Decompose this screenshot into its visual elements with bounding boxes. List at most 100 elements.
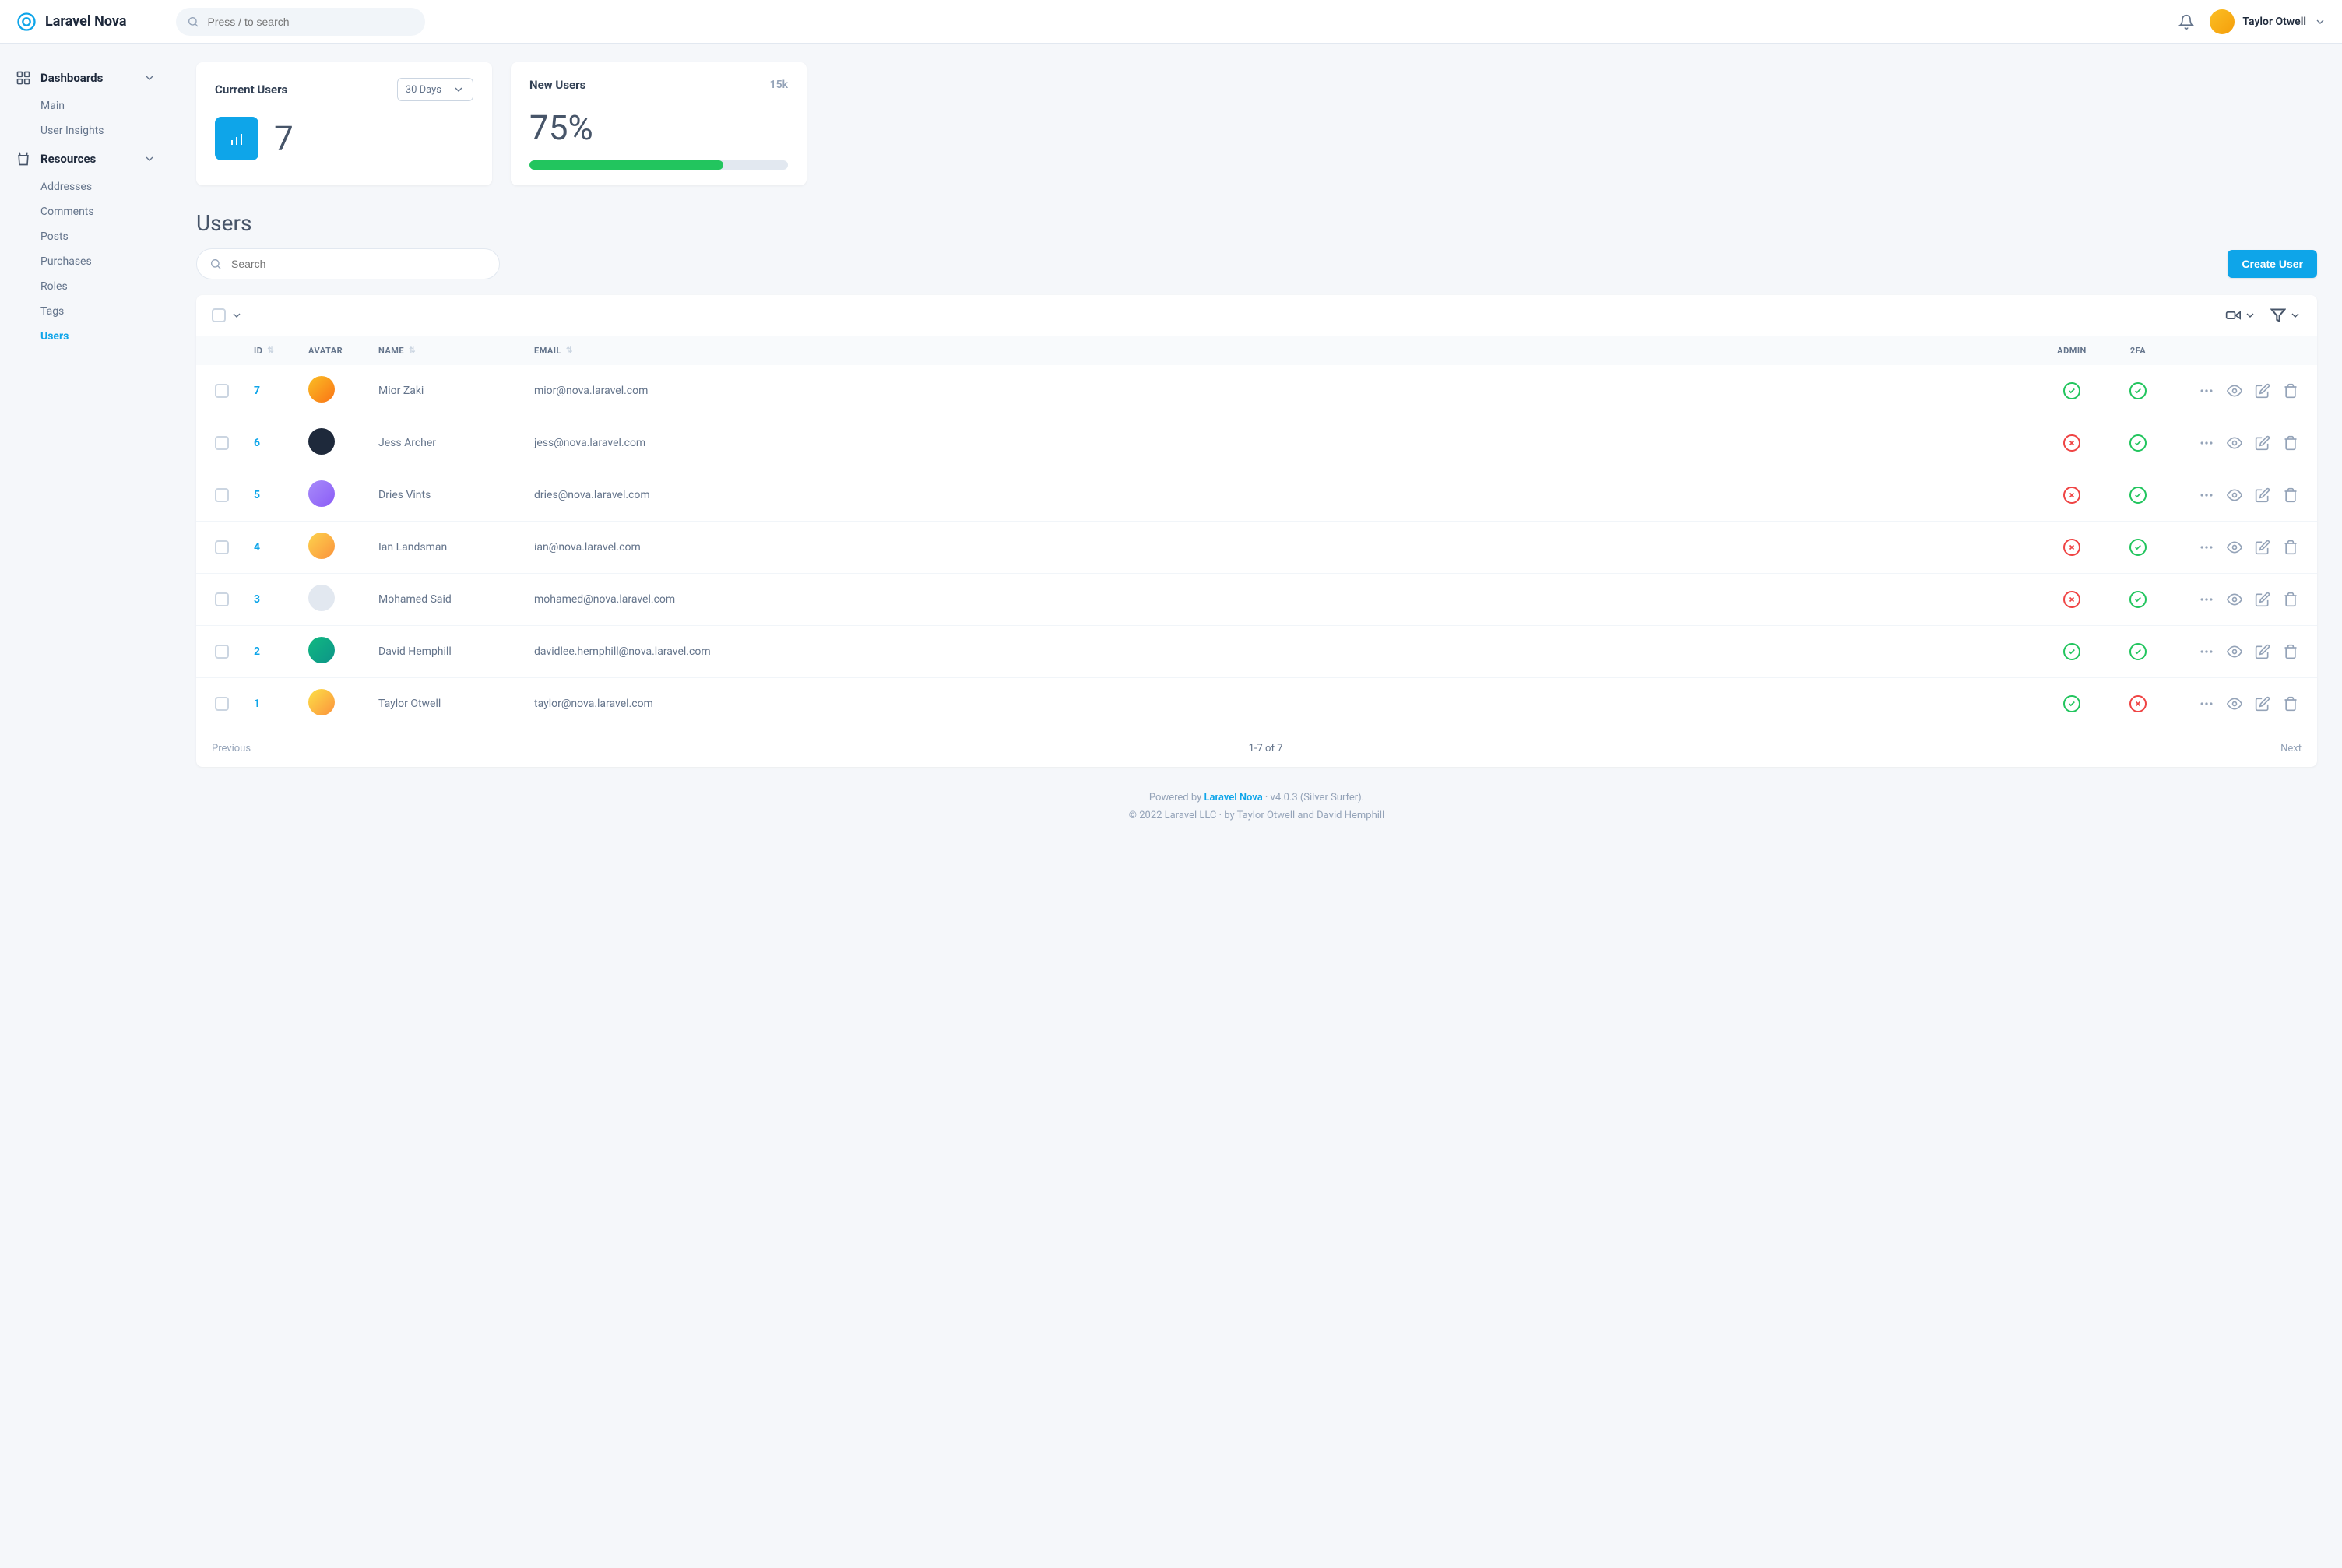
card-title: New Users xyxy=(529,78,586,92)
resource-search-input[interactable] xyxy=(231,258,487,270)
more-icon[interactable] xyxy=(2199,696,2214,712)
x-icon xyxy=(2063,487,2080,504)
row-id-link[interactable]: 1 xyxy=(254,698,260,710)
row-checkbox[interactable] xyxy=(215,488,229,502)
previous-page[interactable]: Previous xyxy=(212,743,251,754)
column-email[interactable]: EMAIL⇅ xyxy=(522,336,2037,365)
global-search-input[interactable] xyxy=(207,16,414,28)
select-all-control[interactable] xyxy=(212,308,243,322)
row-checkbox[interactable] xyxy=(215,592,229,606)
edit-icon[interactable] xyxy=(2255,644,2270,659)
sidebar-item-addresses[interactable]: Addresses xyxy=(0,174,171,199)
edit-icon[interactable] xyxy=(2255,592,2270,607)
row-id-link[interactable]: 4 xyxy=(254,541,260,554)
row-2fa xyxy=(2107,678,2169,730)
row-id-link[interactable]: 7 xyxy=(254,385,260,397)
sidebar-item-tags[interactable]: Tags xyxy=(0,299,171,324)
delete-icon[interactable] xyxy=(2283,540,2298,555)
sidebar-item-posts[interactable]: Posts xyxy=(0,224,171,249)
row-id-link[interactable]: 3 xyxy=(254,593,260,606)
check-icon xyxy=(2063,382,2080,399)
delete-icon[interactable] xyxy=(2283,644,2298,659)
more-icon[interactable] xyxy=(2199,487,2214,503)
row-checkbox[interactable] xyxy=(215,384,229,398)
row-email: taylor@nova.laravel.com xyxy=(522,678,2037,730)
row-admin xyxy=(2037,626,2107,678)
sidebar-group-dashboards[interactable]: Dashboards xyxy=(0,62,171,93)
sidebar-item-main[interactable]: Main xyxy=(0,93,171,118)
view-icon[interactable] xyxy=(2227,644,2242,659)
brand-logo[interactable]: Laravel Nova xyxy=(16,11,126,33)
check-icon xyxy=(2129,434,2147,452)
row-id-link[interactable]: 2 xyxy=(254,645,260,658)
view-icon[interactable] xyxy=(2227,696,2242,712)
more-icon[interactable] xyxy=(2199,383,2214,399)
row-admin xyxy=(2037,469,2107,522)
row-email: dries@nova.laravel.com xyxy=(522,469,2037,522)
chevron-down-icon[interactable] xyxy=(230,309,243,322)
row-name: David Hemphill xyxy=(366,626,522,678)
edit-icon[interactable] xyxy=(2255,696,2270,712)
row-id-link[interactable]: 5 xyxy=(254,489,260,501)
table-row: 5Dries Vintsdries@nova.laravel.com xyxy=(196,469,2317,522)
nova-link[interactable]: Laravel Nova xyxy=(1204,792,1262,803)
table-row: 7Mior Zakimior@nova.laravel.com xyxy=(196,365,2317,417)
edit-icon[interactable] xyxy=(2255,540,2270,555)
column-name[interactable]: NAME⇅ xyxy=(366,336,522,365)
sidebar-item-comments[interactable]: Comments xyxy=(0,199,171,224)
check-icon xyxy=(2129,643,2147,660)
select-all-checkbox[interactable] xyxy=(212,308,226,322)
row-checkbox[interactable] xyxy=(215,436,229,450)
row-checkbox[interactable] xyxy=(215,540,229,554)
row-admin xyxy=(2037,522,2107,574)
new-users-count: 15k xyxy=(770,79,788,91)
more-icon[interactable] xyxy=(2199,540,2214,555)
row-admin xyxy=(2037,417,2107,469)
chevron-down-icon xyxy=(143,72,156,84)
view-icon[interactable] xyxy=(2227,383,2242,399)
create-user-button[interactable]: Create User xyxy=(2228,250,2317,278)
bell-icon[interactable] xyxy=(2178,14,2194,30)
global-search[interactable] xyxy=(176,8,425,36)
row-name: Mior Zaki xyxy=(366,365,522,417)
nova-logo-icon xyxy=(16,11,37,33)
more-icon[interactable] xyxy=(2199,592,2214,607)
edit-icon[interactable] xyxy=(2255,383,2270,399)
delete-icon[interactable] xyxy=(2283,696,2298,712)
delete-icon[interactable] xyxy=(2283,383,2298,399)
user-menu[interactable]: Taylor Otwell xyxy=(2210,9,2326,34)
delete-icon[interactable] xyxy=(2283,592,2298,607)
filter-button[interactable] xyxy=(2270,308,2302,323)
search-icon xyxy=(187,16,199,28)
view-icon[interactable] xyxy=(2227,592,2242,607)
next-page[interactable]: Next xyxy=(2280,743,2302,754)
row-id-link[interactable]: 6 xyxy=(254,437,260,449)
view-icon[interactable] xyxy=(2227,487,2242,503)
view-icon[interactable] xyxy=(2227,540,2242,555)
delete-icon[interactable] xyxy=(2283,435,2298,451)
delete-icon[interactable] xyxy=(2283,487,2298,503)
period-select[interactable]: 30 Days xyxy=(397,78,473,101)
column-id[interactable]: ID⇅ xyxy=(241,336,296,365)
row-checkbox[interactable] xyxy=(215,697,229,711)
footer-suffix: · v4.0.3 (Silver Surfer). xyxy=(1263,792,1364,803)
more-icon[interactable] xyxy=(2199,435,2214,451)
chevron-down-icon xyxy=(452,83,465,96)
edit-icon[interactable] xyxy=(2255,487,2270,503)
view-icon[interactable] xyxy=(2227,435,2242,451)
resource-search[interactable] xyxy=(196,248,500,279)
row-avatar xyxy=(308,689,335,715)
footer-copyright: © 2022 Laravel LLC · by Taylor Otwell an… xyxy=(196,807,2317,824)
sidebar-group-resources[interactable]: Resources xyxy=(0,143,171,174)
filter-icon xyxy=(2270,308,2286,323)
row-checkbox[interactable] xyxy=(215,645,229,659)
more-icon[interactable] xyxy=(2199,644,2214,659)
edit-icon[interactable] xyxy=(2255,435,2270,451)
row-email: jess@nova.laravel.com xyxy=(522,417,2037,469)
check-icon xyxy=(2129,382,2147,399)
sidebar-item-roles[interactable]: Roles xyxy=(0,274,171,299)
sidebar-item-user-insights[interactable]: User Insights xyxy=(0,118,171,143)
sidebar-item-purchases[interactable]: Purchases xyxy=(0,249,171,274)
sidebar-item-users[interactable]: Users xyxy=(0,324,171,349)
lens-button[interactable] xyxy=(2225,308,2256,323)
